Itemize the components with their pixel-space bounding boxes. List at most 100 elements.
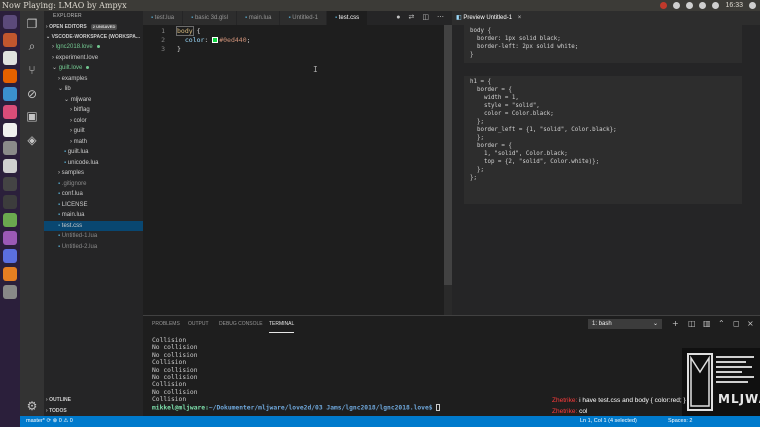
launcher-obs-icon[interactable] (3, 177, 17, 191)
status-left: master* ⟳ ⊗ 0 ⚠ 0 (26, 416, 73, 427)
network-icon[interactable] (673, 2, 681, 9)
editor-tab[interactable]: ▪ basic 3d.glsl (183, 11, 237, 25)
launcher-app-icon[interactable] (3, 213, 17, 227)
launcher-dash-icon[interactable] (3, 15, 17, 29)
record-indicator-icon[interactable] (660, 2, 668, 9)
branch-indicator[interactable]: master* (26, 418, 45, 424)
sync-icon[interactable]: ⟳ (46, 418, 51, 424)
code-line: } (177, 45, 181, 54)
explorer-sidebar: EXPLORER › OPEN EDITORS 2 UNSAVED ⌄ VSCOD… (44, 11, 143, 416)
tree-item[interactable]: › samples (44, 168, 143, 179)
debug-icon[interactable]: ⊘ (25, 87, 39, 101)
launcher-app-icon[interactable] (3, 105, 17, 119)
tree-item[interactable]: ▪ Untitled-2.lua (44, 242, 143, 253)
now-playing-label: Now Playing: LMAO by Ampyx (2, 1, 127, 10)
clock[interactable]: 16:33 (725, 0, 743, 11)
editor-tab[interactable]: ▪ test.lua (143, 11, 184, 25)
launcher-trash-icon[interactable] (3, 285, 17, 299)
indentation[interactable]: Spaces: 2 (668, 416, 692, 427)
tree-item[interactable]: ▪ conf.lua (44, 189, 143, 200)
maximize-panel-icon[interactable]: ◻ (733, 318, 740, 330)
launcher-app-icon[interactable] (3, 123, 17, 137)
tab-terminal[interactable]: TERMINAL (269, 316, 295, 333)
launcher-files-icon[interactable] (3, 33, 17, 47)
activity-bar: ❐ ⌕ ⑂ ⊘ ▣ ◈ ⚙ (20, 11, 44, 416)
terminal-select[interactable]: 1: bash ⌄ (588, 319, 662, 329)
split-terminal-icon[interactable]: ◫ (688, 318, 696, 330)
colon-token: : (204, 36, 213, 44)
tree-item[interactable]: › lgnc2018.love (44, 42, 143, 53)
tree-item[interactable]: ⌄ mljware (44, 95, 143, 106)
workspace-section[interactable]: ⌄ VSCODE-WORKSPACE (WORKSPA... (44, 32, 143, 42)
tab-output[interactable]: OUTPUT (188, 316, 209, 332)
extensions-icon[interactable]: ▣ (25, 109, 39, 123)
tree-item[interactable]: ▪ Untitled-1.lua (44, 231, 143, 242)
color-swatch-icon[interactable]: ● (396, 11, 400, 25)
launcher-firefox-icon[interactable] (3, 69, 17, 83)
color-swatch[interactable] (212, 37, 219, 43)
remote-icon[interactable]: ◈ (25, 133, 39, 147)
mail-icon[interactable] (712, 2, 720, 9)
code-line: body { (176, 26, 200, 36)
tree-item[interactable]: ▪ unicode.lua (44, 158, 143, 169)
tree-item[interactable]: ⌄ lib (44, 84, 143, 95)
close-icon[interactable]: × (518, 15, 522, 21)
modified-dot-icon (96, 44, 100, 48)
new-terminal-icon[interactable]: + (672, 318, 679, 330)
editor-tab[interactable]: ▪ Untitled-1 (280, 11, 327, 25)
tree-item[interactable]: › examples (44, 74, 143, 85)
tree-item[interactable]: ▪ test.css (44, 220, 143, 231)
system-tray: 16:33 (660, 0, 756, 11)
tree-item[interactable]: › guilt (44, 126, 143, 137)
cursor-position[interactable]: Ln 1, Col 1 (4 selected) (580, 416, 637, 427)
launcher-app-icon[interactable] (3, 141, 17, 155)
tree-item[interactable]: ▪ .gitignore (44, 179, 143, 190)
split-editor-icon[interactable]: ◫ (422, 11, 429, 25)
launcher-app-icon[interactable] (3, 159, 17, 173)
tab-problems[interactable]: PROBLEMS (152, 316, 180, 332)
outline-section[interactable]: › OUTLINE (44, 395, 143, 405)
tree-item[interactable]: ▪ main.lua (44, 210, 143, 221)
chevron-up-icon[interactable]: ⌃ (718, 318, 725, 330)
tree-item-label: samples (61, 170, 85, 176)
more-actions-icon[interactable]: ⋯ (437, 11, 444, 25)
problems-indicator[interactable]: ⊗ 0 ⚠ 0 (53, 418, 73, 424)
mouse-cursor-icon: I (313, 65, 318, 74)
launcher-document-icon[interactable] (3, 51, 17, 65)
tree-item[interactable]: › experiment.love (44, 53, 143, 64)
terminal-cursor (436, 403, 441, 411)
trash-icon[interactable]: ▥ (703, 318, 711, 330)
tree-item[interactable]: ▪ LICENSE (44, 200, 143, 211)
tree-item-label: lgnc2018.love (55, 44, 93, 50)
launcher-app-icon[interactable] (3, 231, 17, 245)
tree-item[interactable]: ▪ guilt.lua (44, 147, 143, 158)
close-icon[interactable]: × (747, 318, 754, 330)
editor-scrollbar-thumb[interactable] (444, 25, 452, 285)
gear-icon[interactable]: ⚙ (25, 399, 39, 413)
tree-item[interactable]: › color (44, 116, 143, 127)
open-editors-section[interactable]: › OPEN EDITORS 2 UNSAVED (44, 22, 143, 32)
source-control-icon[interactable]: ⑂ (25, 63, 39, 77)
power-icon[interactable] (749, 2, 756, 9)
tree-item-label: color (73, 117, 87, 124)
search-icon[interactable]: ⌕ (25, 39, 39, 53)
tab-debug-console[interactable]: DEBUG CONSOLE (219, 316, 263, 332)
bluetooth-icon[interactable] (686, 2, 694, 9)
explorer-icon[interactable]: ❐ (25, 17, 39, 31)
editor-tab[interactable]: ▪ test.css (326, 11, 369, 25)
launcher-app-icon[interactable] (3, 249, 17, 263)
editor-tab[interactable]: ▪ main.lua (236, 11, 281, 25)
preview-tab[interactable]: ◧ Preview Untitled-1 × (452, 11, 760, 25)
launcher-vscode-icon[interactable] (3, 87, 17, 101)
code-editor[interactable]: 1 2 3 body { color: #0ed440; } I (143, 25, 444, 315)
terminal-select-value: 1: bash (592, 321, 612, 327)
tree-item[interactable]: › math (44, 137, 143, 148)
tree-item[interactable]: ⌄ guilt.love (44, 63, 143, 74)
open-changes-icon[interactable]: ⇄ (409, 11, 415, 25)
volume-icon[interactable] (699, 2, 707, 9)
tree-item[interactable]: › bitflag (44, 105, 143, 116)
prompt-path: ~/Dokumenter/mljware/love2d/03 Jams/lgnc… (208, 404, 437, 412)
launcher-terminal-icon[interactable] (3, 195, 17, 209)
todos-section[interactable]: › TODOS (44, 406, 143, 416)
launcher-app-icon[interactable] (3, 267, 17, 281)
